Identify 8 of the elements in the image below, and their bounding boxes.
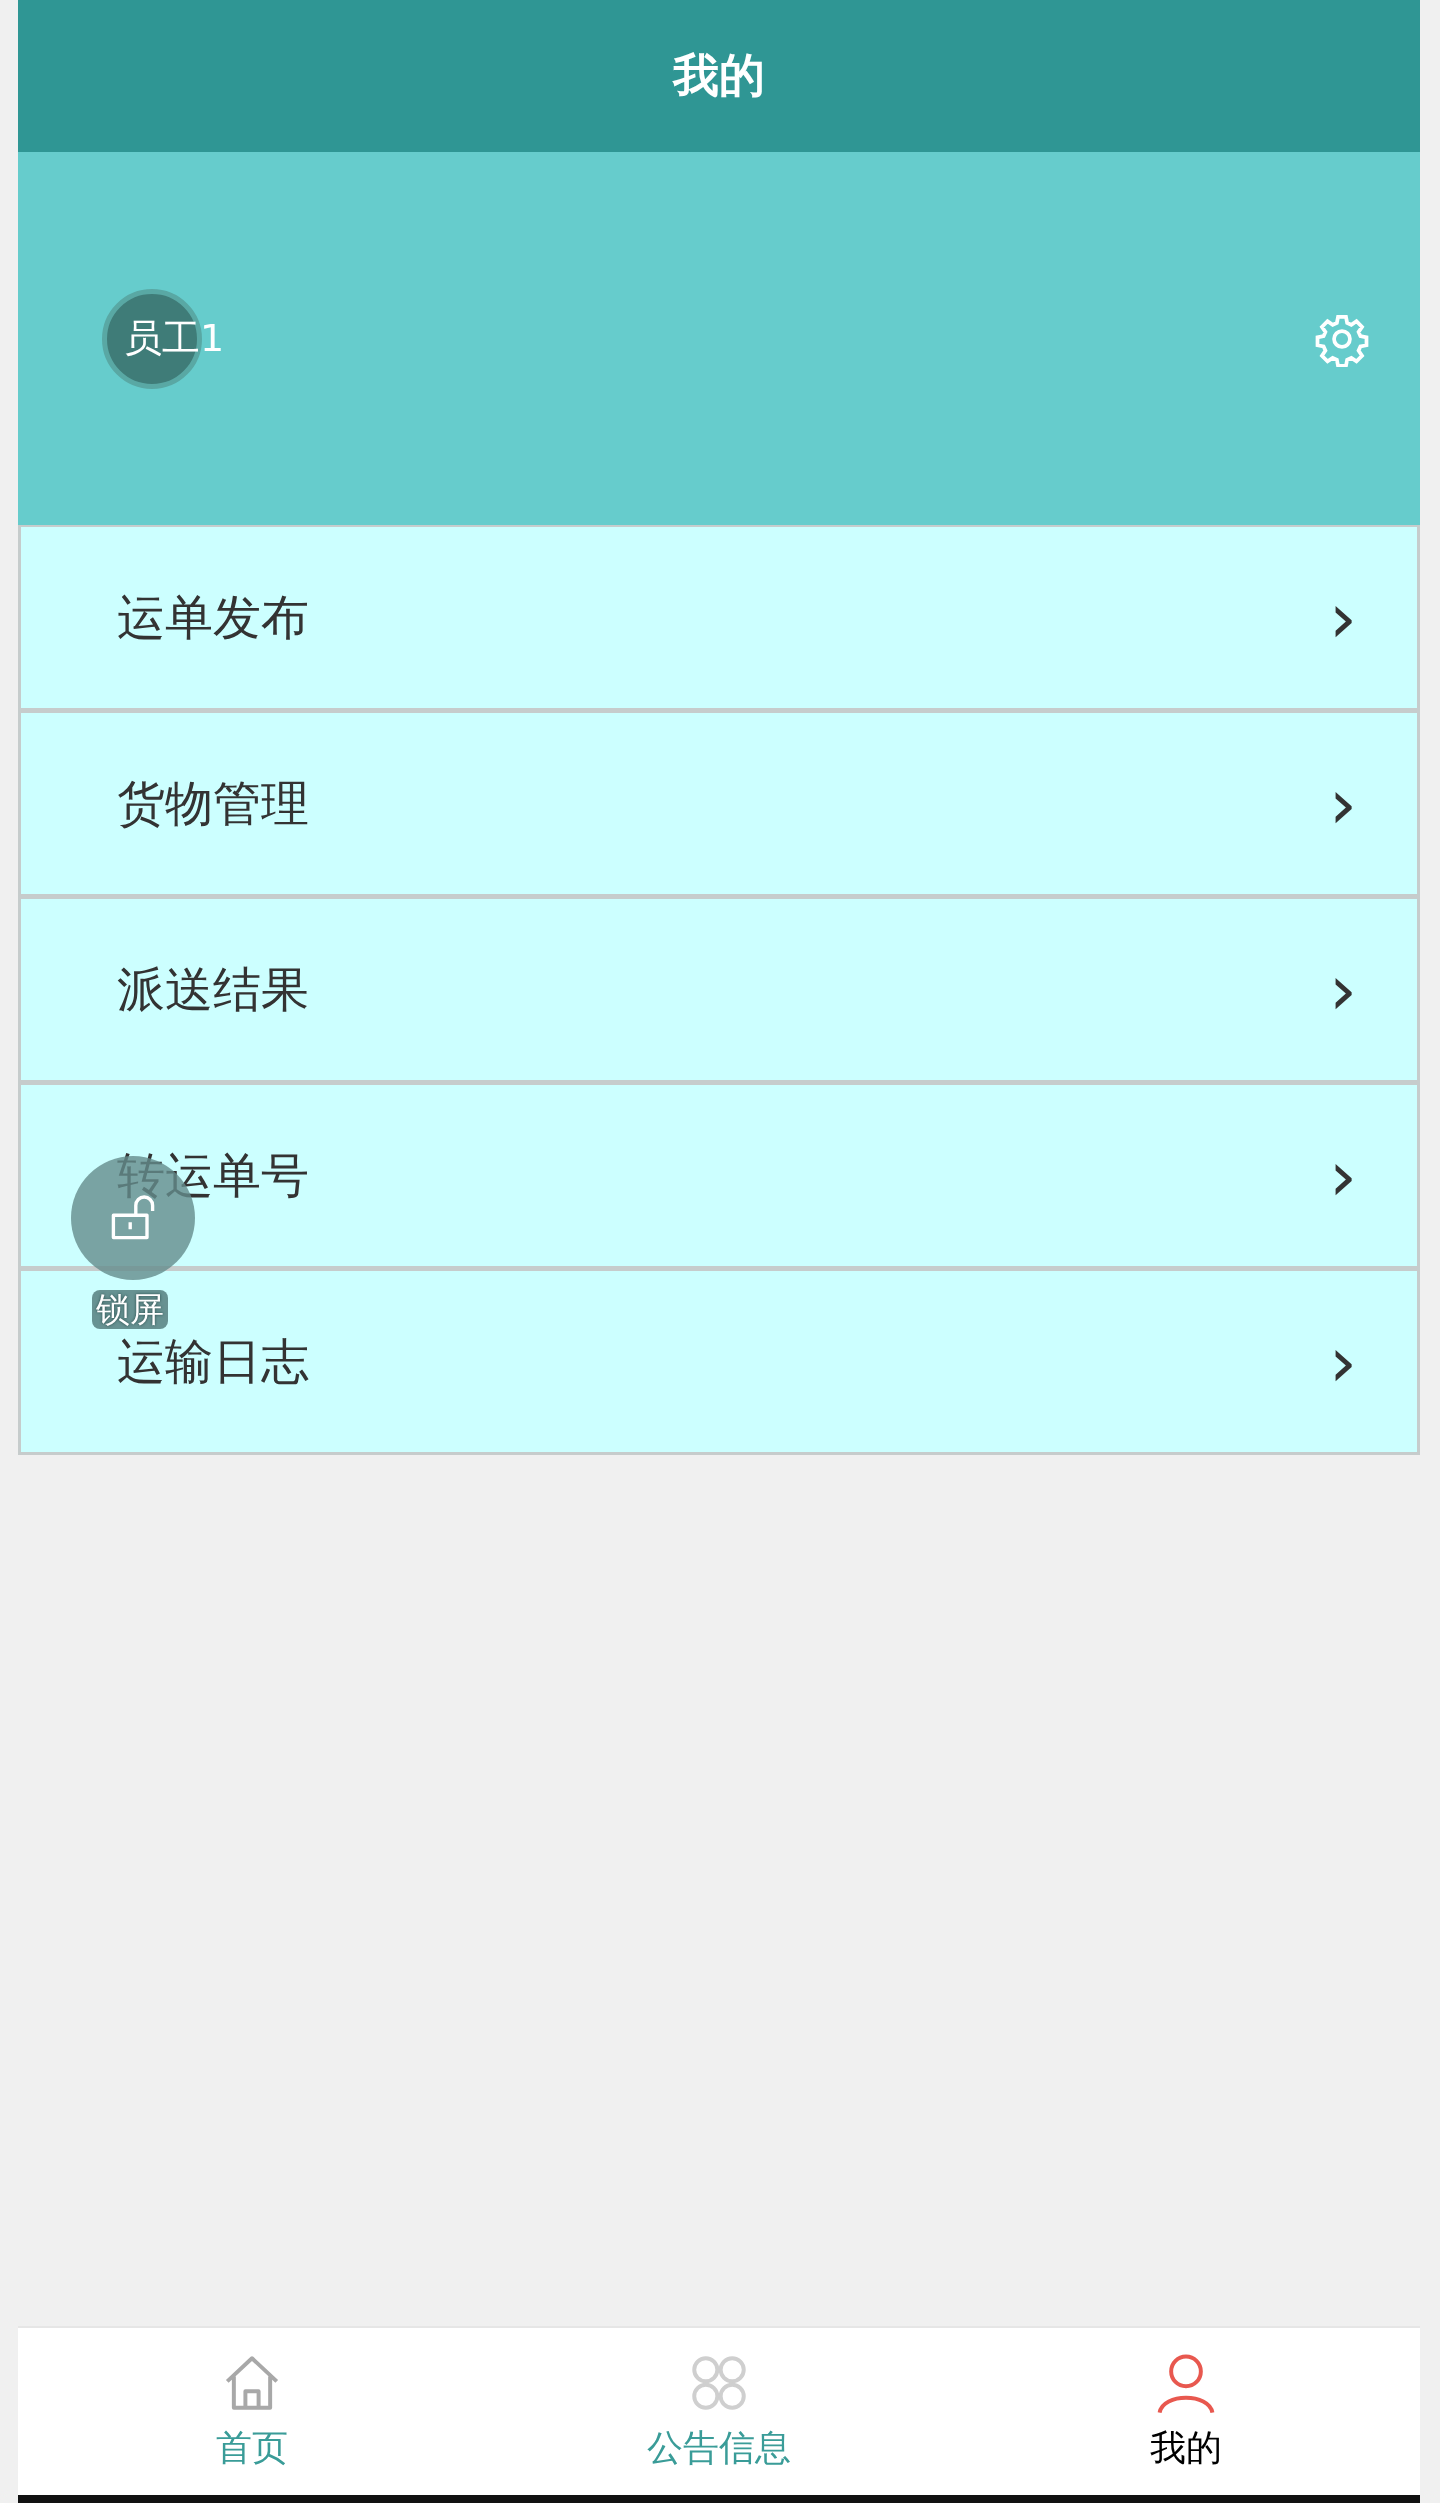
menu-item[interactable]: 转运单号 › xyxy=(18,1083,1420,1269)
lock-screen-label: 锁屏 xyxy=(92,1290,168,1330)
user-name: 员工1 xyxy=(124,315,225,362)
page-title: 我的 xyxy=(673,47,765,104)
menu-item[interactable]: 派送结果 › xyxy=(18,897,1420,1083)
tab-item[interactable]: 我的 xyxy=(952,2328,1420,2495)
menu-item[interactable]: 货物管理 › xyxy=(18,711,1420,897)
menu-item[interactable]: 运单发布 › xyxy=(18,525,1420,711)
